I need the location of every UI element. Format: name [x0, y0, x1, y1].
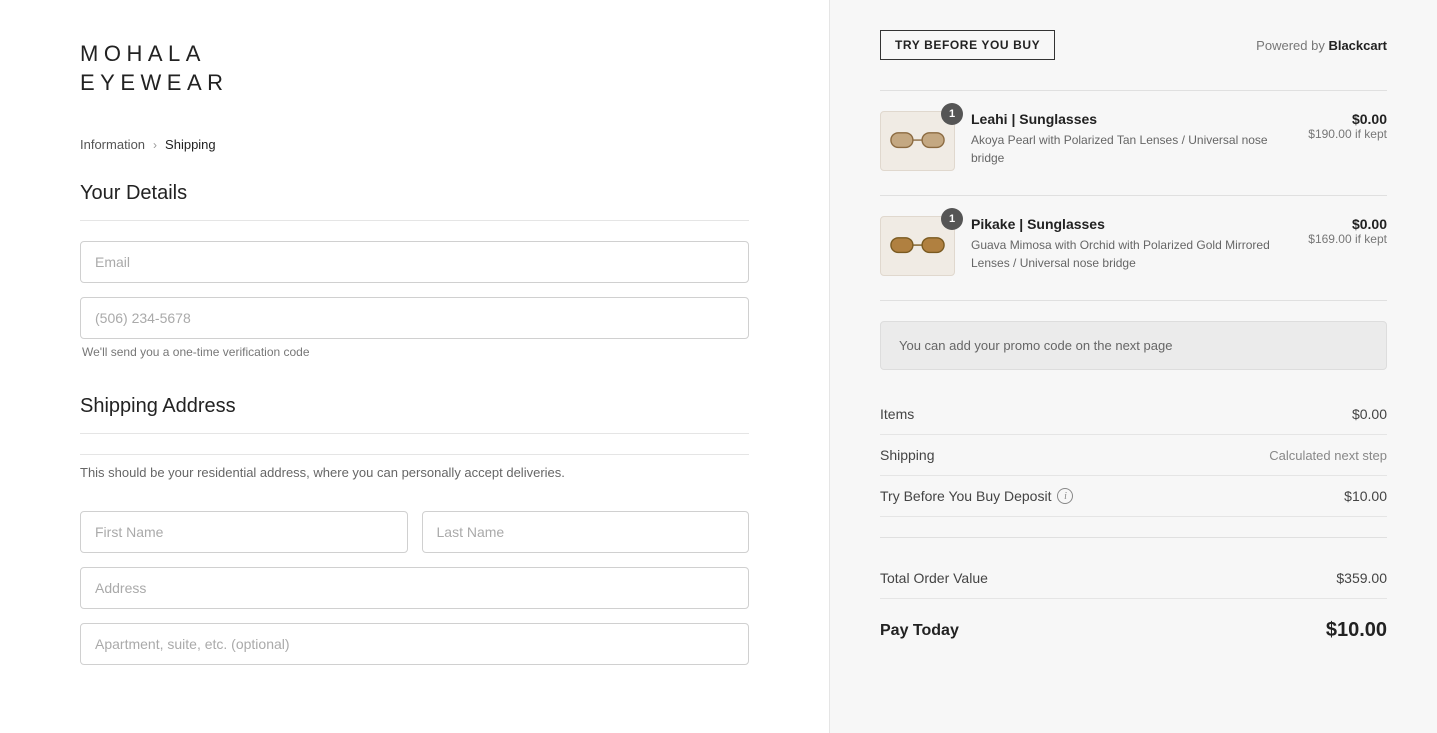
product-pricing-pikake: $0.00 $169.00 if kept: [1308, 216, 1387, 246]
powered-by: Powered by Blackcart: [1256, 38, 1387, 53]
shipping-value: Calculated next step: [1269, 448, 1387, 463]
left-panel: MOHALA EYEWEAR Information › Shipping Yo…: [0, 0, 830, 733]
address-input[interactable]: [80, 567, 749, 609]
product-kept-price-leahi: $190.00 if kept: [1308, 127, 1387, 141]
breadcrumb-information[interactable]: Information: [80, 137, 145, 152]
right-panel: TRY BEFORE YOU BUY Powered by Blackcart …: [830, 0, 1437, 733]
deposit-info-icon[interactable]: i: [1057, 488, 1073, 504]
divider-total: [880, 537, 1387, 538]
deposit-label: Try Before You Buy Deposit i: [880, 488, 1073, 504]
logo: MOHALA EYEWEAR: [80, 40, 749, 97]
divider-promo: [880, 300, 1387, 301]
product-variant-leahi: Akoya Pearl with Polarized Tan Lenses / …: [971, 131, 1292, 167]
logo-text: MOHALA EYEWEAR: [80, 40, 749, 97]
pay-today-row: Pay Today $10.00: [880, 603, 1387, 642]
address-group: [80, 567, 749, 609]
shipping-address-section: Shipping Address This should be your res…: [80, 395, 749, 665]
your-details-title: Your Details: [80, 182, 749, 221]
total-order-label: Total Order Value: [880, 570, 988, 586]
email-input[interactable]: [80, 241, 749, 283]
name-row: [80, 511, 749, 553]
divider-products: [880, 195, 1387, 196]
product-price-pikake: $0.00: [1308, 216, 1387, 232]
phone-group: We'll send you a one-time verification c…: [80, 297, 749, 359]
try-before-badge: TRY BEFORE YOU BUY: [880, 30, 1055, 60]
breadcrumb: Information › Shipping: [80, 137, 749, 152]
product-item: 1 Pikake | Sunglasses Guava Mimosa with …: [880, 216, 1387, 276]
email-group: [80, 241, 749, 283]
product-name-pikake: Pikake | Sunglasses: [971, 216, 1292, 232]
product-quantity-badge-2: 1: [941, 208, 963, 230]
breadcrumb-shipping: Shipping: [165, 137, 216, 152]
summary-total-order-row: Total Order Value $359.00: [880, 558, 1387, 599]
product-name-leahi: Leahi | Sunglasses: [971, 111, 1292, 127]
shipping-address-title: Shipping Address: [80, 395, 749, 434]
items-label: Items: [880, 406, 914, 422]
last-name-input[interactable]: [422, 511, 750, 553]
apartment-group: [80, 623, 749, 665]
order-summary: Items $0.00 Shipping Calculated next ste…: [880, 394, 1387, 642]
product-details-leahi: Leahi | Sunglasses Akoya Pearl with Pola…: [971, 111, 1292, 167]
product-image-wrap-2: 1: [880, 216, 955, 276]
deposit-value: $10.00: [1344, 488, 1387, 504]
total-order-value: $359.00: [1336, 570, 1387, 586]
product-quantity-badge-1: 1: [941, 103, 963, 125]
product-pricing-leahi: $0.00 $190.00 if kept: [1308, 111, 1387, 141]
product-item: 1 Leahi | Sunglasses Akoya Pearl with Po…: [880, 111, 1387, 171]
product-price-leahi: $0.00: [1308, 111, 1387, 127]
breadcrumb-separator: ›: [153, 138, 157, 152]
divider-top: [880, 90, 1387, 91]
promo-code-box: You can add your promo code on the next …: [880, 321, 1387, 370]
phone-input[interactable]: [80, 297, 749, 339]
product-kept-price-pikake: $169.00 if kept: [1308, 232, 1387, 246]
summary-items-row: Items $0.00: [880, 394, 1387, 435]
product-variant-pikake: Guava Mimosa with Orchid with Polarized …: [971, 236, 1292, 272]
product-image-wrap: 1: [880, 111, 955, 171]
apartment-input[interactable]: [80, 623, 749, 665]
pay-today-label: Pay Today: [880, 622, 959, 640]
phone-hint: We'll send you a one-time verification c…: [82, 345, 749, 359]
your-details-section: Your Details We'll send you a one-time v…: [80, 182, 749, 359]
items-value: $0.00: [1352, 406, 1387, 422]
shipping-label: Shipping: [880, 447, 935, 463]
product-details-pikake: Pikake | Sunglasses Guava Mimosa with Or…: [971, 216, 1292, 272]
shipping-hint: This should be your residential address,…: [80, 454, 749, 495]
blackcart-header: TRY BEFORE YOU BUY Powered by Blackcart: [880, 30, 1387, 60]
pay-today-value: $10.00: [1326, 619, 1387, 642]
summary-deposit-row: Try Before You Buy Deposit i $10.00: [880, 476, 1387, 517]
summary-shipping-row: Shipping Calculated next step: [880, 435, 1387, 476]
first-name-input[interactable]: [80, 511, 408, 553]
